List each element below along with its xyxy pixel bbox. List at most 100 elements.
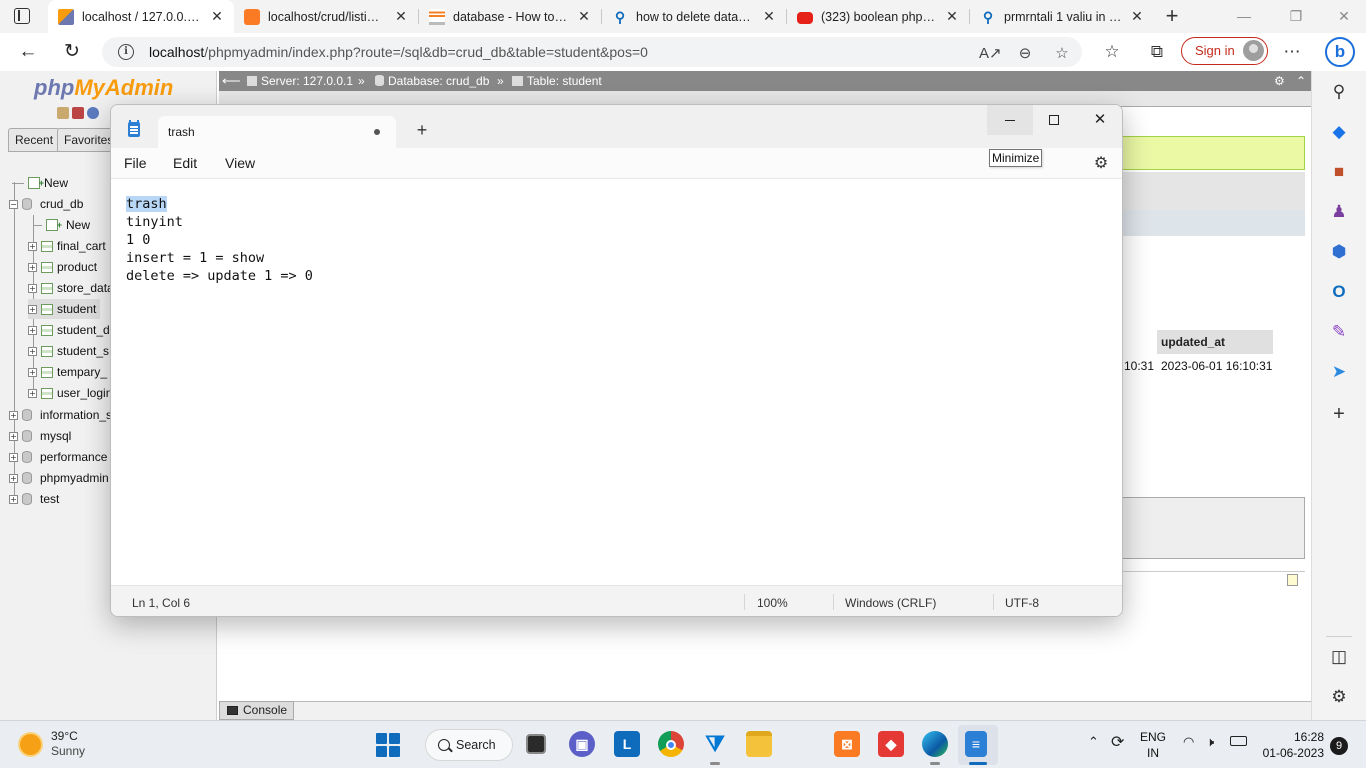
help-icon[interactable] [87, 107, 99, 119]
send-icon[interactable]: ➤ [1328, 361, 1350, 383]
tree-item-mysql[interactable]: + mysql [9, 426, 71, 446]
nav-tab-favorites[interactable]: Favorites [57, 128, 113, 152]
tree-item-information-schema[interactable]: + information_s [9, 405, 112, 425]
expand-icon[interactable]: + [28, 262, 37, 272]
window-restore-icon[interactable]: ❐ [1286, 6, 1306, 26]
tree-item-final-cart[interactable]: + final_cart [28, 236, 106, 256]
games-icon[interactable]: ♟ [1328, 201, 1350, 223]
tree-item-store-data[interactable]: + store_data [28, 278, 114, 298]
notepad-titlebar[interactable]: trash + ✕ [111, 105, 1122, 148]
notepad-tab-trash[interactable]: trash [158, 116, 396, 148]
browser-tab-phpmyadmin[interactable]: localhost / 127.0.0.1 / c ✕ [48, 0, 234, 33]
back-button[interactable]: ← [16, 40, 40, 64]
notification-count-badge[interactable]: 9 [1330, 737, 1348, 755]
window-minimize-icon[interactable]: — [1234, 6, 1254, 26]
editor-line[interactable]: trash [126, 195, 1122, 213]
tools-briefcase-icon[interactable]: ■ [1328, 161, 1350, 183]
tree-item-student-d[interactable]: + student_d [28, 320, 110, 340]
bookmark-note-icon[interactable] [1287, 574, 1298, 586]
vscode-icon[interactable]: ⧩ [702, 731, 728, 757]
tree-item-test[interactable]: + test [9, 489, 59, 509]
favorites-icon[interactable]: ☆ [1101, 41, 1123, 63]
new-tab-button[interactable]: + [1160, 3, 1184, 29]
editor-line[interactable]: delete => update 1 => 0 [126, 267, 1122, 285]
notepad-new-tab-button[interactable]: + [411, 119, 433, 141]
more-options-icon[interactable]: ⋯ [1281, 41, 1303, 63]
close-icon[interactable]: ✕ [394, 8, 408, 25]
expand-icon[interactable]: + [9, 410, 18, 420]
windows-start-icon[interactable] [376, 733, 400, 757]
tree-item-new-db[interactable]: New [12, 173, 68, 193]
menu-view[interactable]: View [225, 155, 255, 171]
phpmyadmin-logo[interactable]: phpMyAdmin [34, 75, 173, 101]
expand-icon[interactable]: + [28, 367, 37, 377]
info-icon[interactable]: i [118, 44, 134, 60]
designer-icon[interactable]: ✎ [1328, 321, 1350, 343]
tree-item-performance-schema[interactable]: + performance [9, 447, 107, 467]
tree-item-phpmyadmin[interactable]: + phpmyadmin [9, 468, 109, 488]
logout-icon[interactable] [72, 107, 84, 119]
expand-icon[interactable]: + [28, 346, 37, 356]
tree-item-new-table[interactable]: New [34, 215, 90, 235]
tree-item-tempary[interactable]: + tempary_ [28, 362, 107, 382]
expand-icon[interactable]: + [28, 304, 37, 314]
language-indicator[interactable]: ENG IN [1140, 729, 1166, 761]
close-icon[interactable]: ✕ [1130, 8, 1144, 25]
office-icon[interactable]: ⬢ [1328, 241, 1350, 263]
anydesk-icon[interactable]: ◆ [878, 731, 904, 757]
taskbar-search-button[interactable]: Search [425, 729, 513, 761]
search-icon[interactable]: ⚲ [1328, 81, 1350, 103]
shopping-tag-icon[interactable]: ◆ [1328, 121, 1350, 143]
close-icon[interactable]: ✕ [762, 8, 776, 25]
selected-text[interactable]: trash [126, 196, 167, 212]
tree-item-user-login[interactable]: + user_login [28, 383, 112, 403]
notepad-close-button[interactable]: ✕ [1077, 105, 1122, 135]
editor-line[interactable]: tinyint [126, 213, 1122, 231]
zoom-icon[interactable]: ⊖ [1014, 44, 1036, 62]
settings-gear-icon[interactable]: ⚙ [1091, 154, 1111, 174]
wifi-icon[interactable]: ◠ [1183, 734, 1194, 750]
tree-item-crud-db[interactable]: − crud_db [9, 194, 83, 214]
collapse-icon[interactable]: − [9, 199, 18, 209]
sign-in-button[interactable]: Sign in [1181, 37, 1268, 65]
tree-item-product[interactable]: + product [28, 257, 97, 277]
edge-icon[interactable] [922, 731, 948, 757]
outlook-icon[interactable]: O [1328, 281, 1350, 303]
browser-tab-listing[interactable]: localhost/crud/listing_s ✕ [234, 0, 418, 33]
libreoffice-icon[interactable]: L [614, 731, 640, 757]
notepad-window[interactable]: trash + ✕ File Edit View ⚙ Minimize tras… [110, 104, 1123, 617]
sync-icon[interactable]: ⟳ [1111, 732, 1124, 752]
notepad-minimize-button[interactable] [987, 105, 1033, 135]
url-text[interactable]: localhost/phpmyadmin/index.php?route=/sq… [149, 44, 648, 60]
clock[interactable]: 16:28 01-06-2023 [1262, 729, 1324, 761]
chrome-icon[interactable] [658, 731, 684, 757]
notepad-maximize-button[interactable] [1031, 105, 1077, 135]
notepad-taskbar-icon[interactable]: ≡ [965, 731, 987, 757]
task-view-icon[interactable] [526, 734, 546, 754]
expand-icon[interactable]: + [9, 452, 18, 462]
column-header-updated-at[interactable]: updated_at [1157, 330, 1273, 354]
refresh-button[interactable]: ↻ [60, 40, 84, 64]
menu-edit[interactable]: Edit [173, 155, 197, 171]
tree-item-student-s[interactable]: + student_s [28, 341, 109, 361]
bing-copilot-icon[interactable]: b [1325, 37, 1355, 67]
breadcrumb-server[interactable]: Server: 127.0.0.1 [247, 71, 353, 91]
file-explorer-icon[interactable] [746, 731, 772, 757]
expand-icon[interactable]: + [28, 388, 37, 398]
read-aloud-icon[interactable]: A↗ [979, 44, 1002, 62]
notepad-text-editor[interactable]: trash tinyint 1 0 insert = 1 = show dele… [111, 180, 1122, 585]
collapse-arrows-icon[interactable]: ⌃ [1296, 71, 1306, 91]
close-icon[interactable]: ✕ [577, 8, 591, 25]
tree-item-student[interactable]: + student [28, 299, 100, 319]
editor-line[interactable]: insert = 1 = show [126, 249, 1122, 267]
tab-actions-icon[interactable] [14, 8, 30, 24]
close-icon[interactable]: ✕ [945, 8, 959, 25]
console-toggle-button[interactable]: Console [219, 701, 295, 720]
hide-sidebar-icon[interactable]: ◫ [1328, 646, 1350, 668]
weather-widget[interactable]: 39°C Sunny [20, 729, 85, 759]
add-sidebar-app-icon[interactable]: + [1328, 403, 1350, 425]
zoom-level[interactable]: 100% [757, 596, 788, 610]
teams-chat-icon[interactable]: ▣ [569, 731, 595, 757]
editor-line[interactable]: 1 0 [126, 231, 1122, 249]
collections-icon[interactable]: ⧉ [1146, 41, 1168, 63]
